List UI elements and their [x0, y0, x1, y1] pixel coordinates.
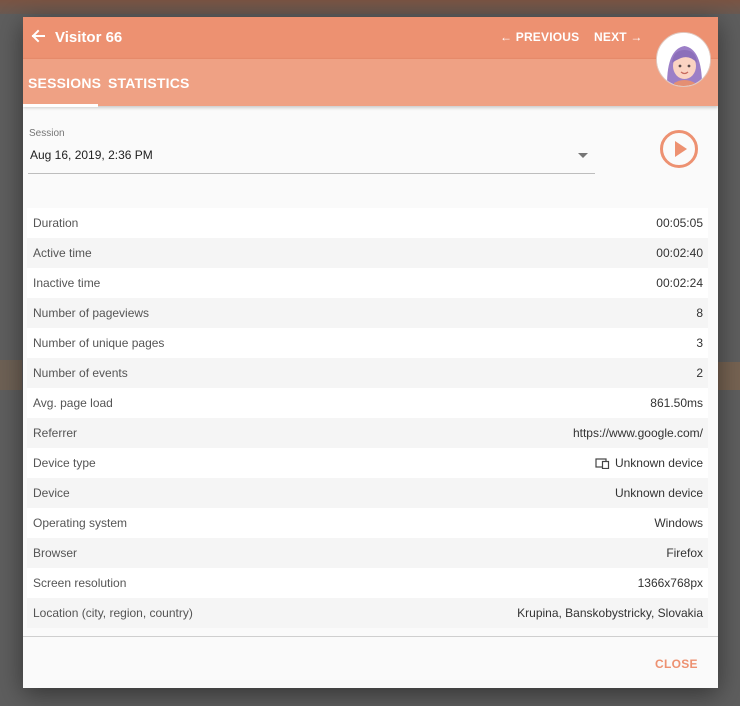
stat-row: Browser Firefox: [27, 538, 708, 568]
session-stats-table: Duration 00:05:05 Active time 00:02:40 Inact…: [27, 208, 708, 628]
stat-label: Device type: [33, 456, 96, 470]
stat-value-container: https://www.google.com/: [573, 426, 703, 440]
dropdown-caret-icon: [578, 153, 588, 158]
visitor-avatar: [656, 32, 711, 87]
close-button[interactable]: CLOSE: [655, 657, 698, 671]
stat-value: 3: [696, 336, 703, 350]
stat-row: Device Unknown device: [27, 478, 708, 508]
stat-value: 8: [696, 306, 703, 320]
stat-row: Location (city, region, country) Krupina,…: [27, 598, 708, 628]
tab-statistics[interactable]: STATISTICS: [108, 75, 190, 91]
stat-row: Duration 00:05:05: [27, 208, 708, 238]
stat-value-container: Unknown device: [595, 456, 703, 470]
stat-value-container: Unknown device: [615, 486, 703, 500]
stat-value: 861.50ms: [650, 396, 703, 410]
devices-icon: [595, 457, 610, 469]
back-arrow-icon[interactable]: [30, 28, 46, 44]
stat-value: 00:05:05: [656, 216, 703, 230]
stat-label: Number of pageviews: [33, 306, 150, 320]
stat-value-container: 3: [696, 336, 703, 350]
stat-value: 00:02:40: [656, 246, 703, 260]
session-selected-value: Aug 16, 2019, 2:36 PM: [30, 148, 153, 162]
stat-label: Inactive time: [33, 276, 101, 290]
previous-button[interactable]: ← PREVIOUS: [500, 30, 579, 44]
visitor-dialog: Visitor 66 ← PREVIOUS NEXT → SESSIONS ST…: [23, 17, 718, 688]
stat-value: Unknown device: [614, 486, 703, 500]
stat-value: Krupina, Banskobystricky, Slovakia: [517, 606, 703, 620]
stat-value-container: 2: [696, 366, 703, 380]
stat-row: Active time 00:02:40: [27, 238, 708, 268]
dialog-title: Visitor 66: [55, 29, 123, 46]
stat-label: Operating system: [33, 516, 128, 530]
stat-row: Number of unique pages 3: [27, 328, 708, 358]
stat-label: Number of events: [33, 366, 128, 380]
stat-row: Inactive time 00:02:24: [27, 268, 708, 298]
stat-value-container: 1366x768px: [638, 576, 703, 590]
stat-label: Number of unique pages: [33, 336, 165, 350]
stat-value-container: 8: [696, 306, 703, 320]
stat-row: Screen resolution 1366x768px: [27, 568, 708, 598]
stat-row: Referrer https://www.google.com/: [27, 418, 708, 448]
stat-value-container: Krupina, Banskobystricky, Slovakia: [517, 606, 703, 620]
dialog-header: Visitor 66 ← PREVIOUS NEXT →: [23, 17, 718, 58]
stat-value-container: 861.50ms: [650, 396, 703, 410]
stat-value-container: 00:05:05: [656, 216, 703, 230]
tab-sessions[interactable]: SESSIONS: [28, 75, 101, 91]
stat-value: Windows: [654, 516, 703, 530]
stat-value: https://www.google.com/: [572, 426, 703, 440]
stat-value: Unknown device: [614, 456, 703, 470]
stat-row: Number of pageviews 8: [27, 298, 708, 328]
stat-value: 00:02:24: [656, 276, 703, 290]
session-field-label: Session: [29, 128, 65, 139]
stat-row: Avg. page load 861.50ms: [27, 388, 708, 418]
stat-label: Location (city, region, country): [33, 606, 193, 620]
stat-label: Device: [33, 486, 70, 500]
stat-row: Operating system Windows: [27, 508, 708, 538]
tab-bar: SESSIONS STATISTICS: [23, 58, 718, 107]
stat-value-container: Windows: [654, 516, 703, 530]
stat-label: Duration: [33, 216, 79, 230]
backdrop-top: [0, 0, 740, 14]
stat-label: Avg. page load: [33, 396, 113, 410]
next-button[interactable]: NEXT →: [594, 30, 643, 44]
active-tab-indicator: [23, 104, 98, 107]
stat-label: Browser: [33, 546, 78, 560]
play-session-button[interactable]: [660, 130, 698, 168]
dialog-footer: CLOSE: [23, 637, 718, 688]
stat-label: Screen resolution: [33, 576, 127, 590]
stat-row: Number of events 2: [27, 358, 708, 388]
stat-value: 1366x768px: [637, 576, 703, 590]
stat-value: 2: [696, 366, 703, 380]
backdrop-highlight-left: [0, 360, 22, 390]
stat-row: Device type Unknown device: [27, 448, 708, 478]
backdrop-highlight-right: [718, 362, 740, 390]
stat-label: Referrer: [33, 426, 78, 440]
stat-value-container: 00:02:24: [656, 276, 703, 290]
stat-value-container: 00:02:40: [656, 246, 703, 260]
stat-value: Firefox: [666, 546, 703, 560]
stat-label: Active time: [33, 246, 92, 260]
stat-value-container: Firefox: [666, 546, 703, 560]
